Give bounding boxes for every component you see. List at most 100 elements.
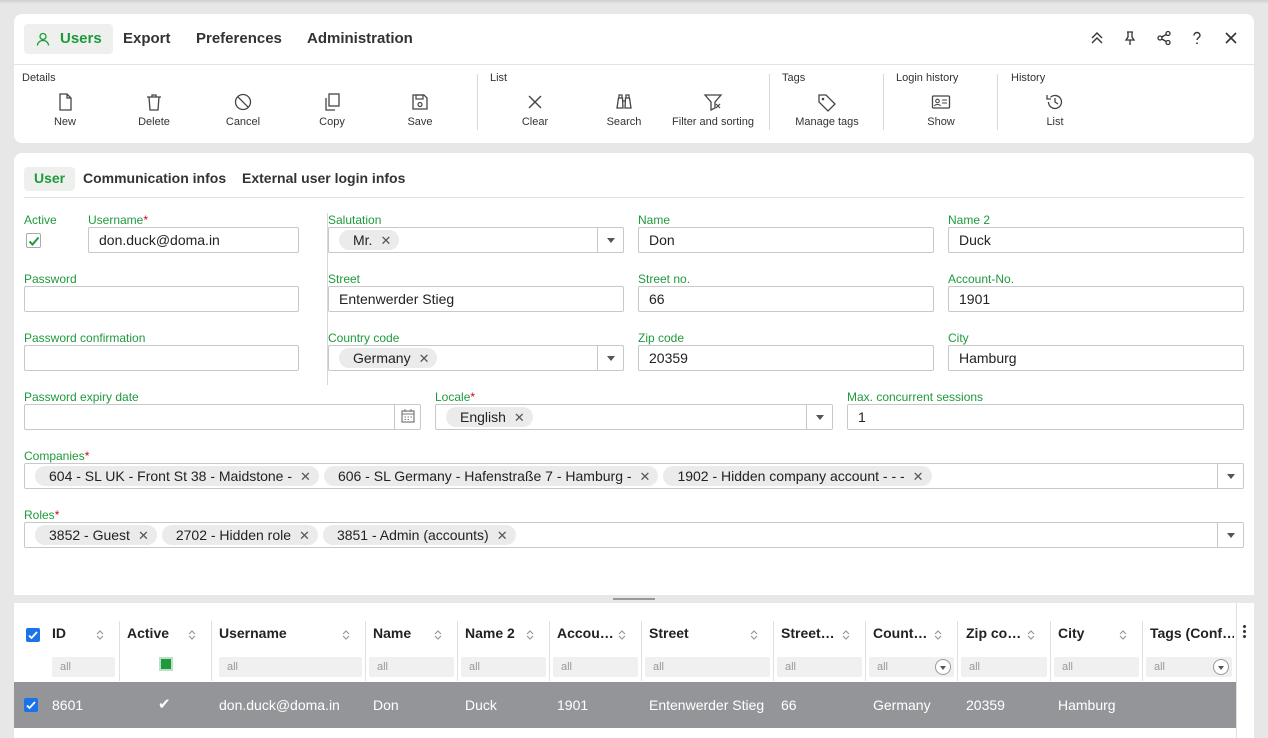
filter-sorting-button[interactable]: Filter and sorting: [669, 92, 757, 132]
username-input[interactable]: don.duck@doma.in: [88, 227, 299, 253]
sort-icon[interactable]: [1026, 628, 1036, 642]
share-icon[interactable]: [1156, 30, 1172, 46]
sessions-input[interactable]: 1: [847, 404, 1244, 430]
chip-remove-icon[interactable]: ✕: [380, 231, 391, 251]
pin-icon[interactable]: [1122, 30, 1138, 46]
filter-name2[interactable]: all: [461, 657, 546, 677]
account-no-input[interactable]: 1901: [948, 286, 1244, 312]
sort-icon[interactable]: [433, 628, 443, 642]
chevron-down-icon[interactable]: [1217, 464, 1243, 488]
table-row[interactable]: 8601 ✔ don.duck@doma.in Don Duck 1901 En…: [14, 682, 1236, 728]
chip-remove-icon[interactable]: ✕: [138, 526, 149, 546]
sort-icon[interactable]: [187, 628, 197, 642]
chevron-down-icon[interactable]: [597, 228, 623, 252]
copy-button[interactable]: Copy: [312, 92, 352, 132]
menu-administration[interactable]: Administration: [296, 24, 424, 54]
sort-icon[interactable]: [1118, 628, 1128, 642]
search-button[interactable]: Search: [603, 92, 645, 132]
name2-input[interactable]: Duck: [948, 227, 1244, 253]
filter-id[interactable]: all: [52, 657, 115, 677]
chip-remove-icon[interactable]: ✕: [497, 526, 508, 546]
close-icon[interactable]: [1223, 30, 1239, 46]
collapse-up-icon[interactable]: [1089, 30, 1105, 46]
menu-preferences[interactable]: Preferences: [185, 24, 293, 54]
chip-remove-icon[interactable]: ✕: [419, 349, 430, 369]
chip-remove-icon[interactable]: ✕: [640, 467, 651, 487]
filter-tags[interactable]: all: [1146, 657, 1232, 677]
history-list-button[interactable]: List: [1035, 92, 1075, 132]
zip-input[interactable]: 20359: [638, 345, 934, 371]
manage-tags-button[interactable]: Manage tags: [793, 92, 861, 132]
filter-city[interactable]: all: [1054, 657, 1139, 677]
column-separator[interactable]: [1142, 621, 1143, 681]
filter-country[interactable]: all: [869, 657, 954, 677]
country-select[interactable]: Germany ✕: [328, 345, 624, 371]
column-separator[interactable]: [641, 621, 642, 681]
companies-select[interactable]: 604 - SL UK - Front St 38 - Maidstone - ✕…: [24, 463, 1244, 489]
password-confirm-input[interactable]: [24, 345, 299, 371]
sort-icon[interactable]: [749, 628, 759, 642]
menu-export[interactable]: Export: [112, 24, 182, 54]
col-header-city[interactable]: City: [1058, 625, 1118, 641]
tab-external-login-infos[interactable]: External user login infos: [232, 167, 415, 191]
col-header-username[interactable]: Username: [219, 625, 339, 641]
password-input[interactable]: [24, 286, 299, 312]
col-header-account[interactable]: Accou…: [557, 625, 615, 641]
col-header-tags[interactable]: Tags (Conf…: [1150, 625, 1234, 641]
chip-remove-icon[interactable]: ✕: [300, 467, 311, 487]
column-separator[interactable]: [211, 621, 212, 681]
save-button[interactable]: Save: [400, 92, 440, 132]
column-separator[interactable]: [549, 621, 550, 681]
grid-scrollbar-edge[interactable]: [1236, 603, 1237, 738]
chevron-down-icon[interactable]: [806, 405, 832, 429]
sort-icon[interactable]: [525, 628, 535, 642]
city-input[interactable]: Hamburg: [948, 345, 1244, 371]
chevron-down-icon[interactable]: [597, 346, 623, 370]
pane-splitter[interactable]: [0, 595, 1268, 603]
roles-select[interactable]: 3852 - Guest ✕ 2702 - Hidden role ✕ 3851 - A…: [24, 522, 1244, 548]
column-separator[interactable]: [1050, 621, 1051, 681]
menu-users[interactable]: Users: [24, 24, 113, 54]
filter-zip[interactable]: all: [961, 657, 1047, 677]
chip-remove-icon[interactable]: ✕: [299, 526, 310, 546]
help-icon[interactable]: [1189, 30, 1205, 46]
column-separator[interactable]: [119, 621, 120, 681]
column-separator[interactable]: [457, 621, 458, 681]
splitter-grip[interactable]: [613, 598, 655, 600]
new-button[interactable]: New: [45, 92, 85, 132]
sort-icon[interactable]: [617, 628, 627, 642]
filter-username[interactable]: all: [219, 657, 362, 677]
chevron-down-icon[interactable]: [935, 659, 951, 675]
salutation-select[interactable]: Mr. ✕: [328, 227, 624, 253]
chip-remove-icon[interactable]: ✕: [913, 467, 924, 487]
column-separator[interactable]: [773, 621, 774, 681]
row-select-checkbox[interactable]: [24, 698, 38, 712]
chevron-down-icon[interactable]: [1213, 659, 1229, 675]
col-header-street[interactable]: Street: [649, 625, 749, 641]
chevron-down-icon[interactable]: [1217, 523, 1243, 547]
tab-communication-infos[interactable]: Communication infos: [73, 167, 236, 191]
sort-icon[interactable]: [95, 628, 105, 642]
show-login-history-button[interactable]: Show: [920, 92, 962, 132]
street-no-input[interactable]: 66: [638, 286, 934, 312]
chip-remove-icon[interactable]: ✕: [514, 408, 525, 428]
select-all-checkbox[interactable]: [26, 628, 40, 642]
column-separator[interactable]: [957, 621, 958, 681]
col-header-name2[interactable]: Name 2: [465, 625, 525, 641]
sort-icon[interactable]: [341, 628, 351, 642]
col-header-name[interactable]: Name: [373, 625, 433, 641]
filter-street[interactable]: all: [645, 657, 770, 677]
col-header-country[interactable]: Count…: [873, 625, 931, 641]
name-input[interactable]: Don: [638, 227, 934, 253]
sort-icon[interactable]: [933, 628, 943, 642]
col-header-id[interactable]: ID: [52, 625, 92, 641]
filter-account[interactable]: all: [553, 657, 638, 677]
delete-button[interactable]: Delete: [134, 92, 174, 132]
col-header-zip[interactable]: Zip co…: [966, 625, 1024, 641]
calendar-icon[interactable]: [394, 405, 420, 429]
active-checkbox[interactable]: [26, 233, 41, 248]
street-input[interactable]: Entenwerder Stieg: [328, 286, 624, 312]
filter-active-checkbox[interactable]: [159, 657, 173, 671]
clear-button[interactable]: Clear: [515, 92, 555, 132]
locale-select[interactable]: English ✕: [435, 404, 833, 430]
